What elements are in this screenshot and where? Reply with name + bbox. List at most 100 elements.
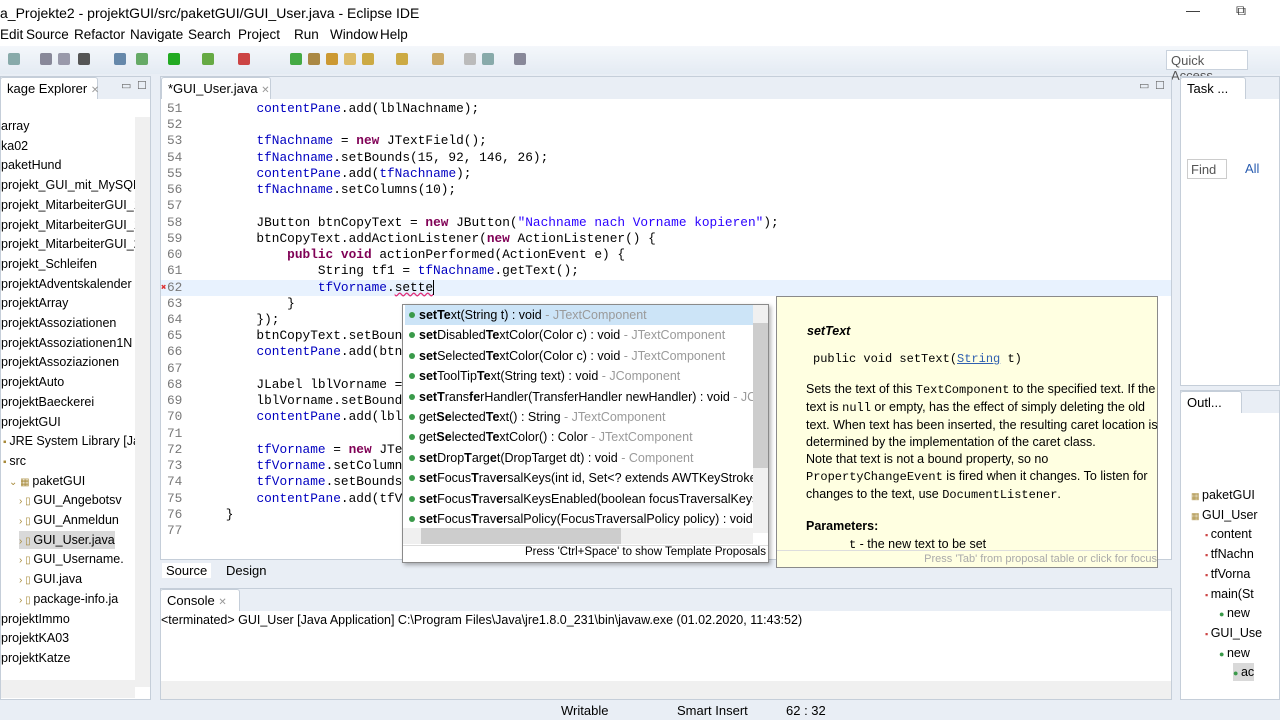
maximize-icon[interactable]: ☐ [1155,79,1165,92]
menu-refactor[interactable]: Refactor [74,27,125,42]
toolbar-button[interactable] [238,53,250,65]
close-icon[interactable]: ✕ [218,597,226,608]
tree-item[interactable]: projektAssoziationen1N [1,334,132,352]
proposal-item[interactable]: setFocusTraversalKeysEnabled(boolean foc… [405,489,753,509]
menu-run[interactable]: Run [294,27,319,42]
tab-outline[interactable]: Outl... [1180,391,1242,413]
proposal-item[interactable]: setSelectedTextColor(Color c) : void - J… [405,346,753,366]
tree-item[interactable]: ⌄ ▦ paketGUI [9,472,85,490]
toolbar-button[interactable] [40,53,52,65]
code-line[interactable]: 58 JButton btnCopyText = new JButton("Na… [161,215,1171,231]
tree-item[interactable]: projektAssoziazionen [1,353,119,371]
code-line[interactable]: 54 tfNachname.setBounds(15, 92, 146, 26)… [161,150,1171,166]
toolbar-button[interactable] [308,53,320,65]
tree-item[interactable]: projekt_MitarbeiterGUI_1 [1,216,141,234]
toolbar-button[interactable] [8,53,20,65]
code-line[interactable]: 53 tfNachname = new JTextField(); [161,133,1171,149]
toolbar-button[interactable] [464,53,476,65]
horizontal-scrollbar[interactable] [1,680,135,698]
tree-item[interactable]: › ▯ GUI_Username. [19,550,124,568]
tab-task-list[interactable]: Task ... [1180,77,1246,99]
tab-design[interactable]: Design [222,563,270,578]
tree-item[interactable]: projektBaeckerei [1,393,94,411]
code-line[interactable]: 59 btnCopyText.addActionListener(new Act… [161,231,1171,247]
tree-item[interactable]: projektGUI [1,413,61,431]
code-line[interactable]: 56 tfNachname.setColumns(10); [161,182,1171,198]
proposal-item[interactable]: getSelectedTextColor() : Color - JTextCo… [405,427,753,447]
menu-source[interactable]: Source [26,27,69,42]
tree-item[interactable]: › ▯ GUI.java [19,570,82,588]
code-line[interactable]: 62 ✖ tfVorname.sette [161,279,1171,296]
toolbar-button[interactable] [482,53,494,65]
menu-window[interactable]: Window [330,27,378,42]
menu-project[interactable]: Project [238,27,280,42]
tree-item[interactable]: projekt_GUI_mit_MySQL [1,176,140,194]
outline-item[interactable]: ▦ paketGUI [1191,486,1255,504]
toolbar-button[interactable] [114,53,126,65]
tab-source[interactable]: Source [162,563,212,578]
toolbar-button[interactable] [396,53,408,65]
toolbar-button[interactable] [168,53,180,65]
tree-item[interactable]: › ▯ GUI_Anmeldun [19,511,119,529]
toolbar-button[interactable] [326,53,338,65]
tree-item[interactable]: ▪ src [3,452,26,470]
tree-item[interactable]: › ▯ GUI_Angebotsv [19,491,122,509]
tree-item[interactable]: projekt_Schleifen [1,255,97,273]
horizontal-scrollbar[interactable] [161,681,1171,699]
tree-item[interactable]: projektArray [1,294,68,312]
menu-help[interactable]: Help [380,27,408,42]
toolbar-button[interactable] [78,53,90,65]
toolbar-button[interactable] [344,53,356,65]
tree-item[interactable]: projekt_MitarbeiterGUI_1 [1,196,141,214]
menu-navigate[interactable]: Navigate [130,27,183,42]
string-type-link[interactable]: String [957,352,1000,366]
proposal-item[interactable]: setToolTipText(String text) : void - JCo… [405,366,753,386]
minimize-button[interactable]: — [1186,2,1200,18]
proposal-item[interactable]: setFocusTraversalKeys(int id, Set<? exte… [405,468,753,488]
close-icon[interactable]: ✕ [261,85,269,96]
maximize-icon[interactable]: ☐ [137,79,147,92]
horizontal-scrollbar[interactable] [403,528,753,544]
outline-item[interactable]: ● ac [1233,663,1255,682]
tab-package-explorer[interactable]: kage Explorer ✕ [0,77,99,99]
tree-item[interactable]: projektImmo [1,610,70,628]
restore-button[interactable]: ⧉ [1236,2,1246,19]
outline-item[interactable]: ▦ GUI_User [1191,506,1258,524]
find-input[interactable]: Find [1187,159,1227,179]
tree-item[interactable]: projektAssoziationen [1,314,116,332]
minimize-icon[interactable]: ▭ [1139,79,1149,92]
outline-item[interactable]: ▪ content [1205,525,1252,543]
tree-item[interactable]: › ▯ package-info.ja [19,590,118,608]
minimize-icon[interactable]: ▭ [121,79,131,92]
tree-item[interactable]: projektAdventskalender [1,275,132,293]
code-line[interactable]: 52 [161,117,1171,133]
tree-item[interactable]: ▪ JRE System Library [Ja [3,432,140,450]
tree-item[interactable]: paketHund [1,156,61,174]
code-line[interactable]: 60 public void actionPerformed(ActionEve… [161,247,1171,263]
tree-item[interactable]: projektKatze [1,649,70,667]
tree-item[interactable]: array [1,117,29,135]
code-line[interactable]: 51 contentPane.add(lblNachname); [161,101,1171,117]
menu-edit[interactable]: Edit [0,27,23,42]
tree-item[interactable]: projektAuto [1,373,64,391]
close-icon[interactable]: ✕ [91,85,99,96]
tree-item[interactable]: projekt_MitarbeiterGUI_2 [1,235,141,253]
proposal-item[interactable]: setFocusTraversalPolicy(FocusTraversalPo… [405,509,753,529]
tree-item[interactable]: projektKA03 [1,629,69,647]
code-line[interactable]: 61 String tf1 = tfNachname.getText(); [161,263,1171,279]
toolbar-button[interactable] [432,53,444,65]
tree-item[interactable]: › ▯ GUI_User.java [19,530,115,549]
outline-item[interactable]: ▪ tfNachn [1205,545,1254,563]
proposal-item[interactable]: setTransferHandler(TransferHandler newHa… [405,387,753,407]
proposal-item[interactable]: setText(String t) : void - JTextComponen… [405,305,753,325]
all-filter-link[interactable]: All [1245,161,1259,176]
quick-access-input[interactable]: Quick Access [1166,50,1248,83]
outline-item[interactable]: ● new [1219,644,1250,662]
outline-item[interactable]: ● new [1219,604,1250,622]
vertical-scrollbar[interactable] [135,117,150,687]
proposal-item[interactable]: getSelectedText() : String - JTextCompon… [405,407,753,427]
tab-gui-user-java[interactable]: *GUI_User.java ✕ [161,77,271,99]
proposal-item[interactable]: setDropTarget(DropTarget dt) : void - Co… [405,448,753,468]
toolbar-button[interactable] [136,53,148,65]
vertical-scrollbar[interactable] [753,305,768,533]
